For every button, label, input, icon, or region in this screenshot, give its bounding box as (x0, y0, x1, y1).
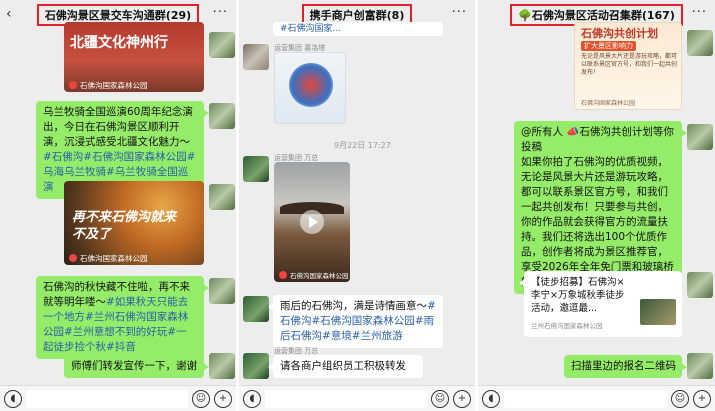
message-bubble[interactable]: @所有人 📣石佛沟共创计划等你投稿 如果你拍了石佛沟的优质视频，无论是风景大片还… (514, 121, 687, 294)
video-card[interactable]: 石佛沟国家森林公园 (274, 162, 350, 282)
message-bubble[interactable]: 师傅们转发宣传一下，谢谢 (64, 355, 209, 378)
message-text: 扫描里边的报名二维码 (571, 360, 676, 372)
message-bubble[interactable]: 雨后的石佛沟，满是诗情画意～#石佛沟#石佛沟国家森林公园#雨后石佛沟#意境#兰州… (268, 295, 443, 348)
card-footer: 石佛沟国家森林公园 (64, 251, 204, 265)
chat-panel-1: ‹ 石佛沟景区景交车沟通群(29) ··· 北疆文化神州行 石佛沟国家森林公园 … (0, 0, 236, 411)
input-bar: ◖ ☺ + (478, 385, 715, 411)
avatar[interactable] (243, 156, 269, 182)
link-source: 兰州石佛沟国家森林公园 (531, 322, 603, 330)
video-card[interactable]: 北疆文化神州行 石佛沟国家森林公园 (64, 22, 204, 92)
poster-card[interactable]: 石佛沟共创计划 扩大景区影响力 无论是风景大片还是游玩攻略，都可以联系景区官方号… (574, 22, 682, 110)
message-text: 师傅们转发宣传一下，谢谢 (71, 360, 197, 372)
timestamp: 9月22日 17:27 (334, 141, 391, 150)
back-icon[interactable]: ‹ (6, 6, 12, 22)
emoji-icon[interactable]: ☺ (431, 389, 449, 408)
more-icon[interactable]: ··· (452, 5, 467, 20)
voice-icon[interactable]: ◖ (243, 389, 261, 408)
message-input[interactable] (26, 389, 188, 408)
card-source: 石佛沟国家森林公园 (80, 80, 148, 90)
voice-icon[interactable]: ◖ (4, 389, 22, 408)
link-card[interactable]: 【徒步招募】石佛沟×李宁×万象城秋季徒步活动，邀逗最... 兰州石佛沟国家森林公… (519, 271, 682, 337)
message-bubble[interactable]: #石佛沟国家... (273, 22, 443, 36)
message-bubble[interactable]: 石佛沟的秋快藏不住啦，再不来就等明年喽～#如果秋天只能去一个地方#兰州石佛沟国家… (36, 276, 209, 359)
card-footer: 石佛沟国家森林公园 (274, 268, 350, 282)
avatar[interactable] (209, 32, 235, 58)
avatar[interactable] (209, 103, 235, 129)
link-thumbnail (640, 299, 676, 325)
emoji-icon[interactable]: ☺ (192, 389, 210, 408)
card-headline: 再不来石佛沟就来不及了 (72, 210, 177, 242)
more-icon[interactable]: ··· (213, 5, 228, 20)
input-bar: ◖ ☺ + (0, 385, 236, 411)
chat-panel-3: 🌳石佛沟景区活动召集群(167) ··· 石佛沟共创计划 扩大景区影响力 无论是… (478, 0, 715, 411)
channel-logo-icon (279, 271, 287, 279)
avatar[interactable] (687, 353, 713, 379)
message-bubble[interactable]: 扫描里边的报名二维码 (564, 355, 687, 378)
avatar[interactable] (687, 272, 713, 298)
message-input[interactable] (265, 389, 427, 408)
emoji-icon[interactable]: ☺ (671, 389, 689, 408)
message-text: 乌兰牧骑全国巡演60周年纪念演出，今日在石佛沟景区顺利开演，沉浸式感受北疆文化魅… (43, 106, 193, 148)
tree-icon: 🌳 (518, 9, 532, 22)
avatar[interactable] (209, 184, 235, 210)
channel-logo-icon (69, 254, 77, 262)
avatar[interactable] (209, 353, 235, 379)
message-text: 请各商户组织员工积极转发 (280, 360, 406, 372)
card-footer: 石佛沟国家森林公园 (64, 78, 204, 92)
poster-card[interactable] (274, 52, 346, 124)
message-text: 雨后的石佛沟，满是诗情画意～ (280, 300, 427, 312)
card-source: 石佛沟国家森林公园 (290, 272, 349, 280)
avatar[interactable] (209, 278, 235, 304)
poster-title: 石佛沟共创计划 (581, 27, 658, 40)
voice-icon[interactable]: ◖ (482, 389, 500, 408)
mention[interactable]: @所有人 (521, 126, 563, 138)
avatar[interactable] (687, 30, 713, 56)
avatar[interactable] (243, 44, 269, 70)
poster-graphic (289, 63, 333, 107)
poster-subtitle: 扩大景区影响力 (581, 41, 636, 51)
message-bubble[interactable]: 请各商户组织员工积极转发 (268, 355, 423, 378)
play-icon[interactable] (300, 210, 324, 234)
avatar[interactable] (243, 296, 269, 322)
avatar[interactable] (687, 124, 713, 150)
message-text: 如果你拍了石佛沟的优质视频，无论是风景大片还是游玩攻略，都可以联系景区官方号，和… (521, 156, 674, 288)
chat-panel-2: 携手商户创富群(8) ··· #石佛沟国家... 运营集团 慕洛塔 9月22日 … (239, 0, 475, 411)
input-bar: ◖ ☺ + (239, 385, 475, 411)
message-input[interactable] (504, 389, 667, 408)
avatar[interactable] (243, 353, 269, 379)
card-source: 石佛沟国家森林公园 (80, 253, 148, 263)
plus-icon[interactable]: + (693, 389, 711, 408)
poster-body: 无论是风景大片还是游玩攻略，都可以联系景区官方号，和我们一起共创发布！ (581, 53, 678, 76)
card-source: 石佛沟国家森林公园 (581, 100, 636, 107)
link-title: 【徒步招募】石佛沟×李宁×万象城秋季徒步活动，邀逗最... (531, 277, 625, 314)
more-icon[interactable]: ··· (692, 5, 707, 20)
channel-logo-icon (69, 81, 77, 89)
plus-icon[interactable]: + (214, 389, 232, 408)
hashtag-links[interactable]: #石佛沟国家... (280, 24, 341, 34)
video-card[interactable]: 再不来石佛沟就来不及了 石佛沟国家森林公园 (64, 181, 204, 265)
plus-icon[interactable]: + (453, 389, 471, 408)
card-headline: 北疆文化神州行 (70, 35, 168, 51)
